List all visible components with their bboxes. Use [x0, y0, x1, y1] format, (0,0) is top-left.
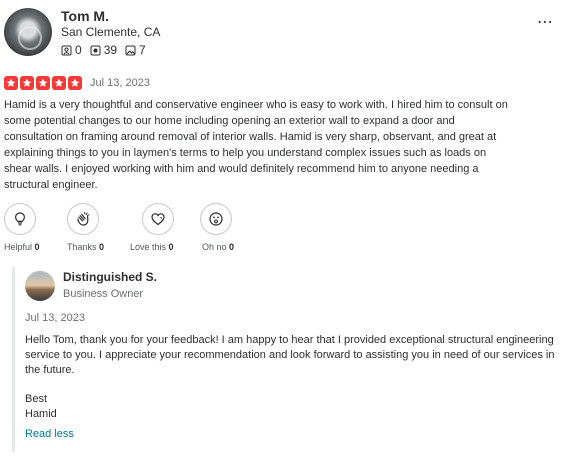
owner-avatar[interactable] — [25, 271, 55, 301]
reply-body: Hello Tom, thank you for your feedback! … — [25, 334, 555, 376]
star-icon — [52, 76, 66, 90]
reaction-helpful[interactable]: Helpful 0 — [4, 203, 67, 252]
reply-text: Hello Tom, thank you for your feedback! … — [25, 333, 565, 378]
signature-line-1: Best — [25, 393, 48, 405]
review-text: Hamid is a very thoughtful and conservat… — [4, 97, 514, 193]
review-body: Hamid is a very thoughtful and conservat… — [4, 99, 508, 191]
reaction-helpful-button[interactable] — [4, 203, 36, 235]
more-options-icon[interactable]: ⋯ — [537, 12, 554, 32]
user-location: San Clemente, CA — [61, 25, 161, 39]
reply-date: Jul 13, 2023 — [25, 312, 85, 324]
photo-icon — [125, 45, 136, 55]
photos-stat: 7 — [125, 43, 146, 57]
signature-line-2: Hamid — [25, 408, 57, 420]
reaction-love-this-button[interactable] — [142, 203, 174, 235]
reaction-bar: Helpful 0 Thanks 0 Love this 0 Oh no 0 — [4, 203, 262, 252]
reply-signature: Best Hamid — [25, 392, 57, 422]
reaction-oh-no-button[interactable] — [200, 203, 232, 235]
heart-icon — [151, 213, 165, 226]
owner-reply: Distinguished S. Business Owner Jul 13, … — [12, 267, 575, 452]
reaction-oh-no[interactable]: Oh no 0 — [200, 203, 262, 252]
star-rating — [4, 76, 84, 90]
owner-role: Business Owner — [63, 288, 144, 300]
reviews-stat: 39 — [90, 43, 117, 57]
friends-count: 0 — [75, 43, 82, 57]
reaction-thanks-label: Thanks 0 — [67, 242, 105, 252]
user-avatar[interactable] — [4, 8, 52, 56]
photos-count: 7 — [139, 43, 146, 57]
surprised-face-icon — [209, 212, 223, 226]
review-star-icon — [90, 45, 101, 55]
review-date: Jul 13, 2023 — [90, 77, 150, 89]
reaction-thanks-button[interactable] — [67, 203, 99, 235]
reaction-helpful-label: Helpful 0 — [4, 242, 40, 252]
reaction-thanks[interactable]: Thanks 0 — [67, 203, 130, 252]
reviews-count: 39 — [103, 43, 118, 57]
owner-name[interactable]: Distinguished S. — [63, 270, 157, 284]
clapping-hands-icon — [77, 212, 90, 226]
reaction-love-this-label: Love this 0 — [130, 242, 174, 252]
lightbulb-icon — [14, 212, 26, 226]
friends-stat: 0 — [61, 43, 82, 57]
star-icon — [36, 76, 50, 90]
star-icon — [20, 76, 34, 90]
user-stats: 0 39 7 — [61, 43, 154, 57]
user-name[interactable]: Tom M. — [61, 8, 109, 24]
read-less-link[interactable]: Read less — [25, 428, 74, 440]
reaction-oh-no-label: Oh no 0 — [202, 242, 235, 252]
friends-icon — [61, 45, 72, 55]
reaction-love-this[interactable]: Love this 0 — [130, 203, 202, 252]
star-icon — [4, 76, 18, 90]
star-icon — [68, 76, 82, 90]
